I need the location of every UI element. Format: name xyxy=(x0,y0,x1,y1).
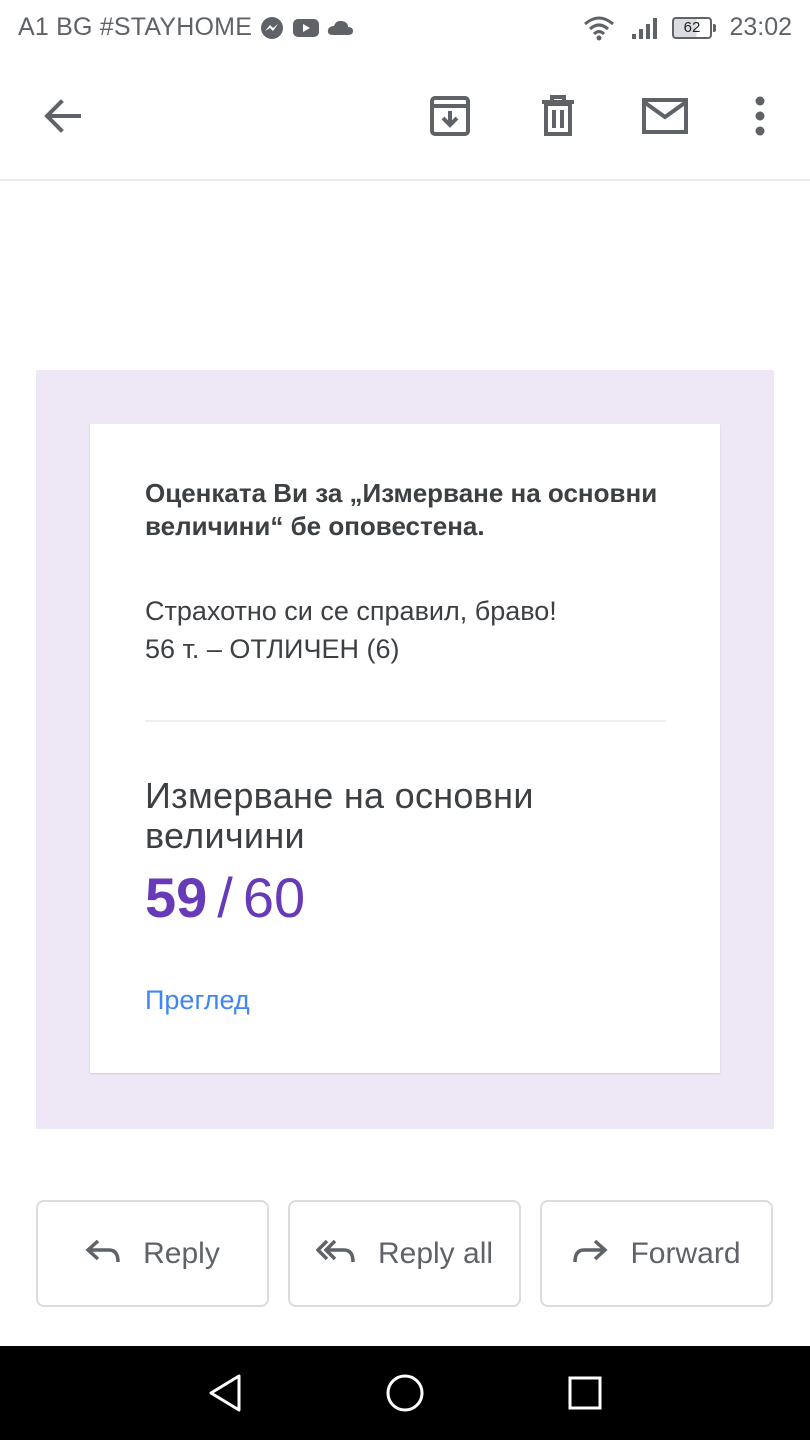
score-value: 59 xyxy=(145,866,208,929)
nav-back-icon[interactable] xyxy=(201,1369,249,1417)
email-toolbar xyxy=(0,56,810,181)
mark-unread-icon[interactable] xyxy=(641,92,689,140)
reply-all-icon xyxy=(315,1238,356,1269)
carrier-label: A1 BG #STAYHOME xyxy=(18,13,253,41)
max-score: 60 xyxy=(242,866,306,929)
reply-label: Reply xyxy=(143,1236,220,1270)
nav-home-icon[interactable] xyxy=(381,1369,429,1417)
grade-notification-card: Оценката Ви за „Измерване на основни вел… xyxy=(90,424,720,1073)
battery-indicator: 62 xyxy=(672,17,716,39)
divider xyxy=(145,720,666,722)
more-vert-icon[interactable] xyxy=(736,92,784,140)
nav-recents-icon[interactable] xyxy=(561,1369,609,1417)
system-nav-bar xyxy=(0,1346,810,1440)
clock: 23:02 xyxy=(729,13,792,41)
delete-icon[interactable] xyxy=(534,92,582,140)
forward-icon xyxy=(572,1238,609,1269)
reply-button[interactable]: Reply xyxy=(36,1200,269,1307)
message-line-1: Страхотно си се справил, браво! xyxy=(145,596,557,626)
review-link[interactable]: Преглед xyxy=(145,985,250,1016)
teacher-message: Страхотно си се справил, браво! 56 т. – … xyxy=(145,592,685,668)
assignment-title: Измерване на основни величини xyxy=(145,775,534,856)
reply-all-button[interactable]: Reply all xyxy=(288,1200,521,1307)
email-body-frame: Оценката Ви за „Измерване на основни вел… xyxy=(36,370,774,1129)
reply-icon xyxy=(85,1238,121,1269)
message-line-2: 56 т. – ОТЛИЧЕН (6) xyxy=(145,634,400,664)
score-separator: / xyxy=(217,866,233,929)
forward-button[interactable]: Forward xyxy=(540,1200,773,1307)
reply-all-label: Reply all xyxy=(377,1236,494,1270)
youtube-icon xyxy=(292,16,320,45)
score-display: 59/60 xyxy=(145,866,305,930)
archive-icon[interactable] xyxy=(426,92,474,140)
wifi-icon xyxy=(583,16,615,47)
notification-headline: Оценката Ви за „Измерване на основни вел… xyxy=(145,478,658,541)
signal-icon xyxy=(630,16,660,45)
status-bar: A1 BG #STAYHOME 62 23:02 xyxy=(0,0,810,56)
forward-label: Forward xyxy=(630,1236,741,1270)
cloud-icon xyxy=(326,16,354,45)
back-arrow-icon[interactable] xyxy=(38,92,86,140)
messenger-icon xyxy=(260,16,284,45)
